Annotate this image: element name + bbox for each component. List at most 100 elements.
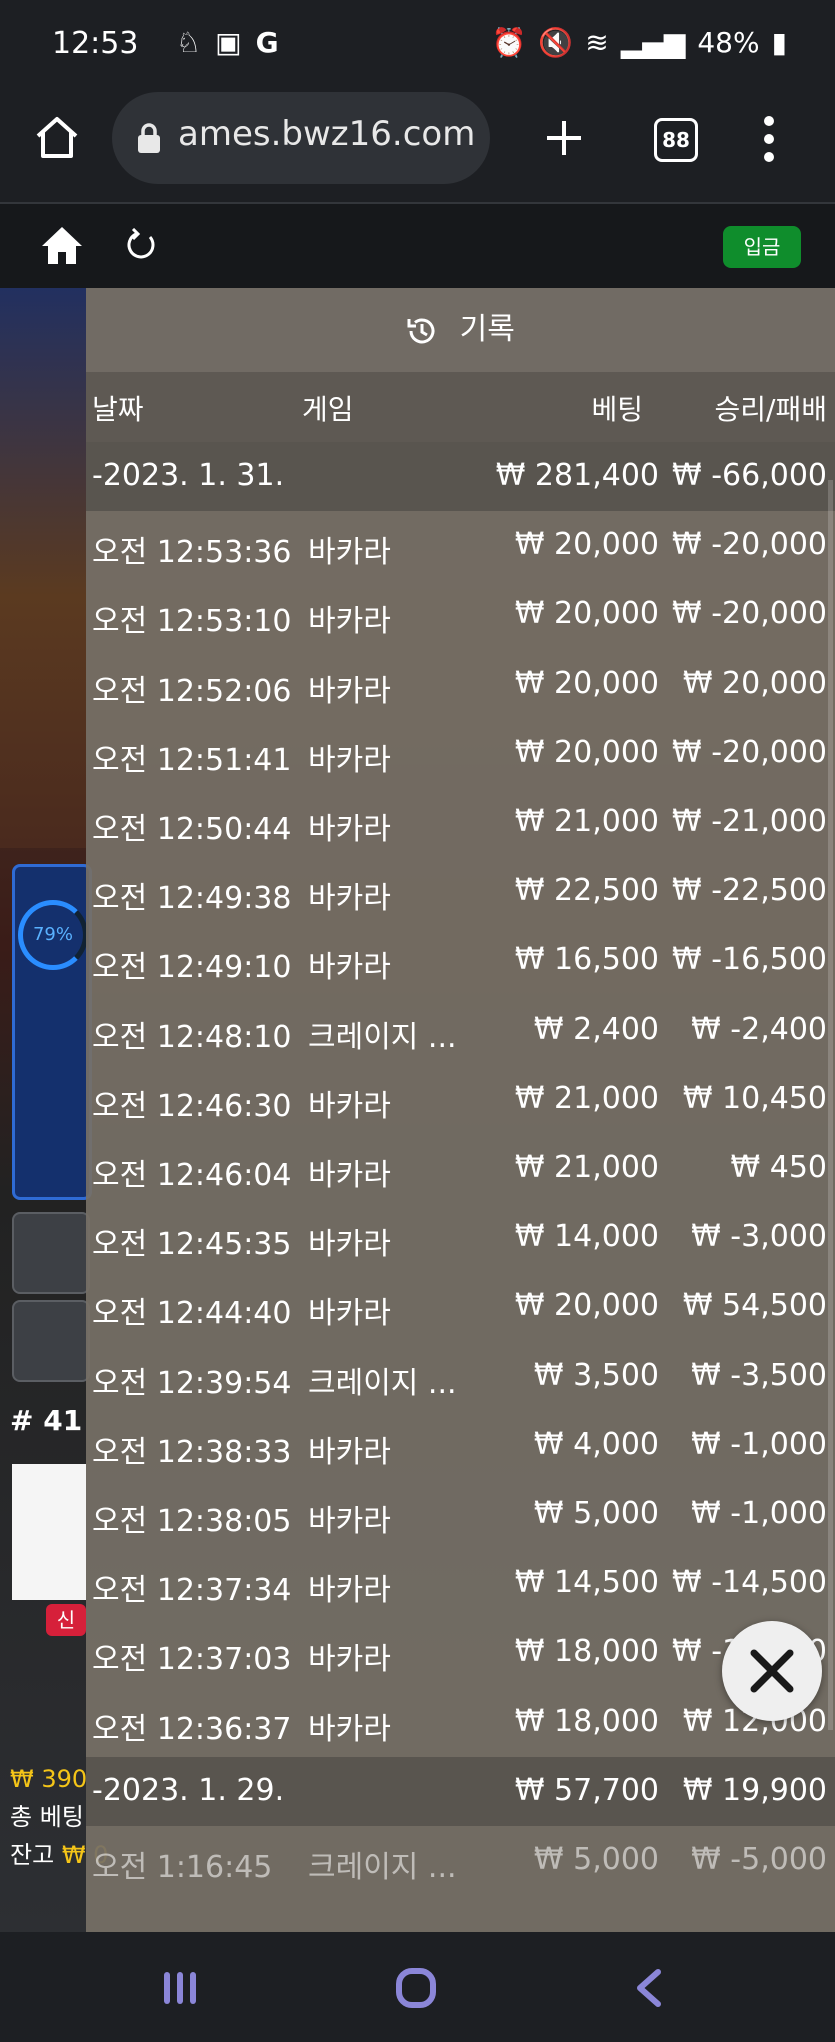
roadmap-thumbnail[interactable] [12, 1464, 86, 1600]
tab-switcher-button[interactable]: 88 [654, 118, 698, 162]
back-icon[interactable] [632, 1968, 666, 2008]
history-win-loss: ₩ 10,450 [682, 1080, 827, 1116]
history-win-loss: ₩ 20,000 [682, 665, 827, 701]
history-row: 오전 12:49:38 바카라 ₩ 22,500 ₩ -22,500 [86, 857, 835, 926]
history-title-bar: 기록 [86, 288, 835, 372]
history-time: -2023. 1. 31. [92, 458, 285, 493]
history-time: 오전 1:16:45 [92, 1850, 273, 1885]
lock-icon [138, 123, 160, 153]
history-date-group: -2023. 1. 29. ₩ 57,700 ₩ 19,900 [86, 1756, 835, 1826]
history-row: 오전 12:53:36 바카라 ₩ 20,000 ₩ -20,000 [86, 511, 835, 580]
history-bet: ₩ 2,400 [533, 1011, 659, 1047]
home-icon[interactable] [32, 112, 82, 162]
recent-apps-icon[interactable] [160, 1968, 200, 2008]
history-time: 오전 12:38:05 [92, 1504, 292, 1539]
history-win-loss: ₩ -20,000 [672, 734, 827, 770]
history-game: 바카라 [308, 1088, 391, 1124]
column-header-game: 게임 [302, 393, 354, 426]
history-row: 오전 12:38:05 바카라 ₩ 5,000 ₩ -1,000 [86, 1480, 835, 1549]
history-time: 오전 12:37:03 [92, 1642, 292, 1678]
history-bet: ₩ 18,000 [514, 1703, 659, 1739]
history-time: 오전 12:36:37 [92, 1711, 292, 1747]
history-time: 오전 12:46:04 [92, 1158, 292, 1193]
history-time: 오전 12:37:34 [92, 1573, 292, 1609]
history-win-loss: ₩ -3,500 [691, 1357, 827, 1393]
history-bet: ₩ 20,000 [514, 596, 659, 632]
history-game: 바카라 [308, 1158, 391, 1193]
play-button-2[interactable] [12, 1300, 90, 1382]
history-bet: ₩ 4,000 [533, 1426, 659, 1462]
history-row: 오전 12:49:10 바카라 ₩ 16,500 ₩ -16,500 [86, 926, 835, 995]
history-bet: ₩ 21,000 [514, 1150, 659, 1185]
close-icon [750, 1649, 794, 1693]
history-bet: ₩ 281,400 [495, 458, 659, 493]
history-game: 바카라 [308, 1296, 391, 1332]
battery-level: 48% [697, 26, 760, 59]
history-icon [407, 318, 435, 343]
history-scrollbar[interactable] [828, 480, 833, 1730]
history-time: 오전 12:49:10 [92, 950, 292, 986]
history-game: 바카라 [308, 535, 391, 571]
signal-icon: ▂▄▆ [620, 26, 686, 59]
alarm-icon: ⏰ [491, 26, 527, 59]
history-bet: ₩ 20,000 [514, 1288, 659, 1324]
home-nav-icon[interactable] [394, 1966, 438, 2010]
history-time: 오전 12:48:10 [92, 1019, 292, 1055]
notification-icon: ♘ [176, 26, 202, 59]
mute-icon: 🔇 [538, 26, 574, 59]
history-time: 오전 12:53:36 [92, 535, 292, 571]
history-game: 바카라 [308, 1504, 391, 1539]
history-game: 바카라 [308, 1227, 391, 1263]
history-row: 오전 12:51:41 바카라 ₩ 20,000 ₩ -20,000 [86, 719, 835, 788]
history-bet: ₩ 21,000 [514, 1080, 659, 1116]
system-icons: ⏰ 🔇 ≋ ▂▄▆ 48% ▮ [492, 26, 787, 59]
history-time: 오전 12:45:35 [92, 1227, 292, 1263]
history-row: 오전 12:46:04 바카라 ₩ 21,000 ₩ 450 [86, 1134, 835, 1203]
history-win-loss: ₩ -16,500 [672, 942, 827, 978]
history-row: 오전 12:37:34 바카라 ₩ 14,500 ₩ -14,500 [86, 1549, 835, 1618]
history-game: 바카라 [308, 742, 391, 778]
history-row: 오전 1:16:45 크레이지 ... ₩ 5,000 ₩ -5,000 [86, 1826, 835, 1895]
status-bar: 12:53 ♘ ▣ G ⏰ 🔇 ≋ ▂▄▆ 48% ▮ [0, 0, 835, 90]
history-row: 오전 12:45:35 바카라 ₩ 14,000 ₩ -3,000 [86, 1203, 835, 1272]
address-bar[interactable]: ames.bwz16.com [112, 92, 490, 184]
history-win-loss: ₩ 54,500 [682, 1288, 827, 1324]
history-bet: ₩ 20,000 [514, 665, 659, 701]
history-game: 바카라 [308, 950, 391, 986]
history-bet: ₩ 5,000 [533, 1496, 659, 1531]
history-win-loss: ₩ -3,000 [691, 1219, 827, 1255]
refresh-icon[interactable] [124, 228, 158, 262]
system-nav-bar [0, 1932, 835, 2042]
history-win-loss: ₩ -1,000 [691, 1426, 827, 1462]
home-icon[interactable] [38, 222, 86, 268]
deposit-button[interactable]: 입금 [723, 226, 801, 268]
history-bet: ₩ 18,000 [514, 1634, 659, 1670]
menu-icon[interactable] [756, 114, 782, 164]
history-win-loss: ₩ -20,000 [672, 596, 827, 632]
history-time: 오전 12:51:41 [92, 742, 292, 778]
history-game: 바카라 [308, 673, 391, 709]
column-header-date: 날짜 [92, 393, 144, 426]
history-bet: ₩ 3,500 [533, 1357, 659, 1393]
google-icon: G [255, 26, 279, 59]
history-bet: ₩ 16,500 [514, 942, 659, 978]
status-time: 12:53 [52, 26, 139, 61]
play-button-1[interactable] [12, 1212, 90, 1294]
history-row: 오전 12:39:54 크레이지 ... ₩ 3,500 ₩ -3,500 [86, 1342, 835, 1411]
history-win-loss: ₩ -20,000 [672, 527, 827, 563]
new-tab-icon[interactable] [544, 118, 584, 158]
close-button[interactable] [722, 1621, 822, 1721]
table-number: # 41 [10, 1404, 83, 1437]
history-time: 오전 12:52:06 [92, 673, 292, 709]
url-text: ames.bwz16.com [178, 114, 476, 154]
notification-icons: ♘ ▣ G [176, 26, 279, 59]
history-game: 바카라 [308, 1711, 391, 1747]
image-icon: ▣ [215, 26, 242, 59]
history-game: 바카라 [308, 812, 391, 847]
history-row: 오전 12:48:10 크레이지 ... ₩ 2,400 ₩ -2,400 [86, 996, 835, 1065]
history-row: 오전 12:46:30 바카라 ₩ 21,000 ₩ 10,450 [86, 1065, 835, 1134]
history-win-loss: ₩ -5,000 [691, 1842, 827, 1877]
history-game: 크레이지 ... [308, 1850, 457, 1885]
history-time: 오전 12:38:33 [92, 1434, 292, 1470]
history-row: 오전 12:38:33 바카라 ₩ 4,000 ₩ -1,000 [86, 1411, 835, 1480]
